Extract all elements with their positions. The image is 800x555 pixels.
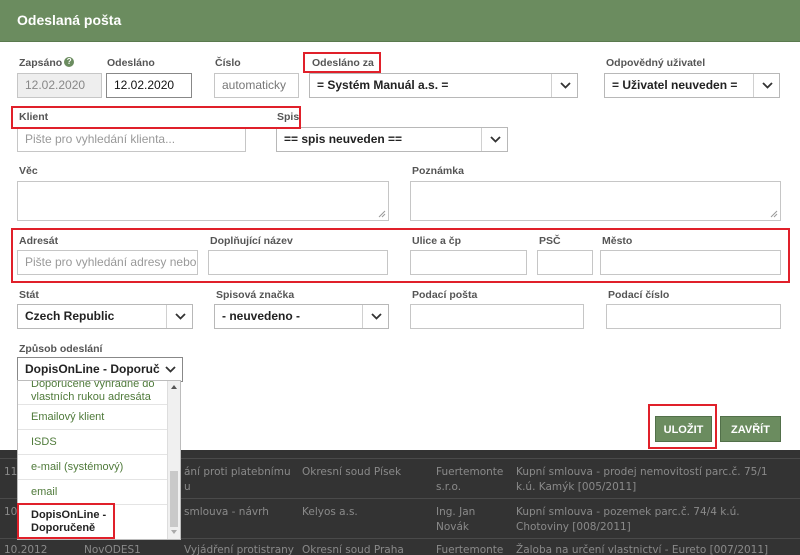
cislo-label: Číslo [215, 57, 241, 69]
table-cell: Novák [436, 521, 470, 533]
chevron-down-icon[interactable] [160, 358, 182, 381]
table-cell: Ing. Jan [436, 506, 476, 518]
table-cell: Kupní smlouva - pozemek parc.č. 74/4 k.ú… [516, 506, 740, 518]
chevron-down-icon[interactable] [362, 305, 388, 328]
podaci-posta-field[interactable] [410, 304, 584, 329]
stat-label: Stát [19, 289, 39, 301]
spisova-label: Spisová značka [216, 289, 295, 301]
highlight-box [303, 52, 381, 73]
highlight-box [17, 503, 115, 539]
table-cell: s.r.o. [436, 481, 462, 493]
dropdown-option[interactable]: email [18, 480, 168, 505]
zpusob-value: DopisOnLine - Doporuč [25, 362, 160, 376]
podaci-posta-label: Podací pošta [412, 289, 478, 301]
table-cell: Fuertemonte [436, 544, 504, 555]
chevron-down-icon[interactable] [551, 74, 577, 97]
table-cell: Kelyos a.s. [302, 506, 358, 518]
poznamka-label: Poznámka [412, 165, 464, 177]
highlight-box [648, 404, 717, 449]
odeslano-label: Odesláno [107, 57, 155, 69]
table-cell: ání proti platebnímu [184, 466, 291, 478]
table-cell: Chotoviny [008/2011] [516, 521, 631, 533]
table-cell: Okresní soud Písek [302, 466, 402, 478]
odpovedny-label: Odpovědný uživatel [606, 57, 706, 69]
dialog-title: Odeslaná pošta [17, 12, 122, 28]
spisova-value: - neuvedeno - [222, 309, 301, 323]
highlight-box [11, 106, 301, 129]
odeslano-za-value: = Systém Manuál a.s. = [317, 78, 449, 92]
help-icon[interactable]: ? [64, 57, 75, 67]
dropdown-option[interactable]: Doporučeně vyhradne do vlastních rukou a… [18, 381, 168, 405]
odpovedny-value: = Uživatel neuveden = [612, 78, 738, 92]
vec-textarea[interactable] [17, 181, 389, 221]
highlight-box [11, 228, 790, 283]
table-cell: 11 [4, 466, 18, 478]
odeslano-za-select[interactable]: = Systém Manuál a.s. = [309, 73, 578, 98]
chevron-down-icon[interactable] [753, 74, 779, 97]
resize-grip-icon[interactable] [770, 210, 778, 218]
dialog-header: Odeslaná pošta [0, 0, 800, 42]
odpovedny-select[interactable]: = Uživatel neuveden = [604, 73, 780, 98]
zapsano-field[interactable]: 12.02.2020 [17, 73, 102, 98]
scroll-up-icon[interactable] [170, 384, 178, 390]
table-cell: Vyjádření protistrany [184, 544, 295, 555]
spis-select[interactable]: == spis neuveden == [276, 127, 508, 152]
zpusob-label: Způsob odeslání [19, 343, 103, 355]
table-cell: Okresní soud Praha [302, 544, 404, 555]
stat-select[interactable]: Czech Republic [17, 304, 193, 329]
klient-search-input[interactable]: Pište pro vyhledání klienta... [17, 127, 246, 152]
dropdown-option[interactable]: ISDS [18, 430, 168, 455]
cislo-field[interactable]: automaticky [214, 73, 299, 98]
scrollbar-thumb[interactable] [170, 471, 178, 527]
dropdown-option[interactable]: e-mail (systémový) [18, 455, 168, 480]
table-cell: 10.2012 [4, 544, 48, 555]
dropdown-option[interactable]: Emailový klient [18, 405, 168, 430]
close-button[interactable]: ZAVŘÍT [720, 416, 781, 442]
podaci-cislo-label: Podací číslo [608, 289, 670, 301]
zapsano-label: Zapsáno? [19, 57, 75, 69]
podaci-cislo-field[interactable] [606, 304, 781, 329]
zpusob-select[interactable]: DopisOnLine - Doporuč [17, 357, 183, 382]
stat-value: Czech Republic [25, 309, 115, 323]
table-cell: Žaloba na určení vlastnictví - Eureto [0… [516, 544, 769, 555]
scroll-down-icon[interactable] [170, 529, 178, 535]
chevron-down-icon[interactable] [481, 128, 507, 151]
table-cell: u [184, 481, 191, 493]
table-row[interactable]: 10.2012 NovODES1 Vyjádření protistrany O… [0, 538, 800, 555]
odeslano-date-field[interactable]: 12.02.2020 [106, 73, 192, 98]
spis-value: == spis neuveden == [284, 132, 403, 146]
resize-grip-icon[interactable] [378, 210, 386, 218]
poznamka-textarea[interactable] [410, 181, 781, 221]
table-cell: smlouva - návrh [184, 506, 269, 518]
table-cell: k.ú. Kamýk [005/2011] [516, 481, 637, 493]
chevron-down-icon[interactable] [166, 305, 192, 328]
table-cell: NovODES1 [84, 544, 141, 555]
table-cell: 10 [4, 506, 18, 518]
table-cell: Kupní smlouva - prodej nemovitostí parc.… [516, 466, 768, 478]
spisova-select[interactable]: - neuvedeno - [214, 304, 389, 329]
vec-label: Věc [19, 165, 38, 177]
table-cell: Fuertemonte [436, 466, 504, 478]
dropdown-scrollbar[interactable] [167, 381, 180, 539]
